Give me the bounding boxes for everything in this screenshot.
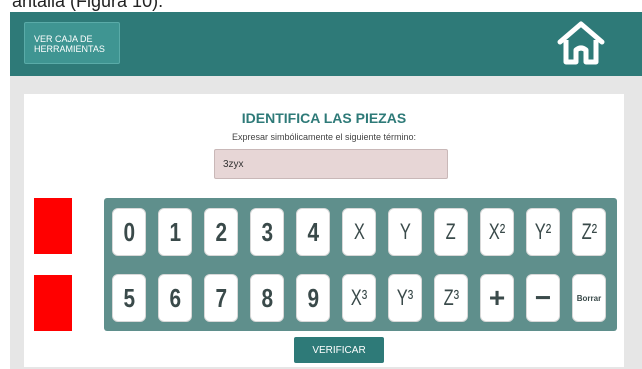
key-z-cubed[interactable]: Z³ [434,274,468,322]
top-bar: VER CAJA DE HERRAMIENTAS [10,12,642,76]
key-x-cubed[interactable]: X³ [342,274,376,322]
exercise-instruction: Expresar simbólicamente el siguiente tér… [231,132,417,142]
key-delete[interactable]: Borrar [572,274,606,322]
document-caption: antalla (Figura 10). [12,0,164,11]
exercise-panel: IDENTIFICA LAS PIEZAS Expresar simbólica… [24,94,624,367]
key-z[interactable]: Z [434,208,468,256]
exercise-title: IDENTIFICA LAS PIEZAS [241,110,407,126]
home-button[interactable] [554,18,608,68]
key-9[interactable]: 9 [296,274,330,322]
key-1[interactable]: 1 [158,208,192,256]
key-y-squared[interactable]: Y² [526,208,560,256]
key-0[interactable]: 0 [112,208,146,256]
toolbox-button[interactable]: VER CAJA DE HERRAMIENTAS [24,22,120,64]
key-6[interactable]: 6 [158,274,192,322]
key-7[interactable]: 7 [204,274,238,322]
symbol-keypad: 0 1 2 3 4 X Y Z X² Y² Z² 5 6 7 8 9 X³ Y³… [104,198,617,331]
key-3[interactable]: 3 [250,208,284,256]
key-8[interactable]: 8 [250,274,284,322]
key-2[interactable]: 2 [204,208,238,256]
key-4[interactable]: 4 [296,208,330,256]
key-5[interactable]: 5 [112,274,146,322]
key-z-squared[interactable]: Z² [572,208,606,256]
key-y[interactable]: Y [388,208,422,256]
key-y-cubed[interactable]: Y³ [388,274,422,322]
key-minus[interactable]: − [526,274,560,322]
answer-field[interactable] [214,149,448,179]
verify-button[interactable]: VERIFICAR [294,337,384,363]
status-indicator-bottom [34,275,72,331]
app-screen: VER CAJA DE HERRAMIENTAS IDENTIFICA LAS … [10,12,642,369]
key-plus[interactable]: + [480,274,514,322]
key-x[interactable]: X [342,208,376,256]
home-icon [557,21,605,65]
status-indicator-top [34,198,72,254]
key-x-squared[interactable]: X² [480,208,514,256]
